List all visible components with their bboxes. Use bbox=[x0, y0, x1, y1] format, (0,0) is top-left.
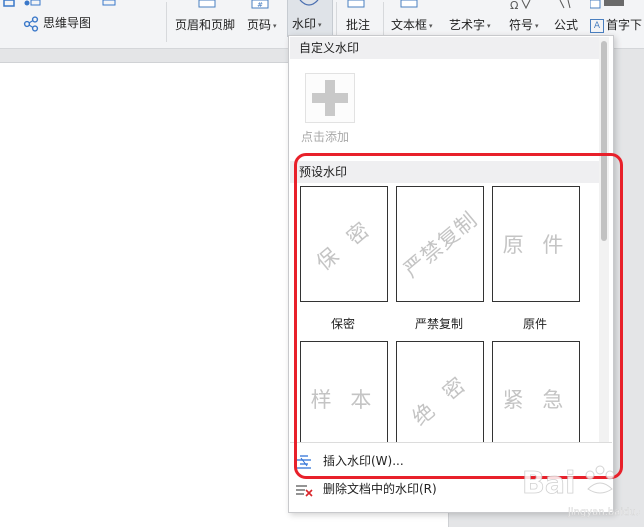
symbol-button[interactable]: 符号 ▾ bbox=[509, 16, 539, 33]
ribbon-separator bbox=[166, 2, 167, 42]
svg-text:Ω: Ω bbox=[510, 0, 518, 9]
flowchart-icon[interactable] bbox=[22, 0, 44, 9]
watermark-icon bbox=[299, 0, 319, 6]
watermark-button[interactable]: 水印 ▾ bbox=[287, 0, 333, 37]
wordart-button[interactable]: 艺术字 ▾ bbox=[449, 16, 491, 33]
drop-cap-label: 首字下 bbox=[606, 18, 643, 32]
mind-map-icon bbox=[23, 15, 39, 32]
preset-watermark-label: 严禁复制 bbox=[414, 317, 463, 331]
insert-watermark-icon bbox=[297, 454, 311, 469]
watermark-preview-text: 绝 密 bbox=[407, 369, 474, 431]
comment-button[interactable]: 批注 bbox=[346, 16, 370, 33]
chevron-down-icon: ▾ bbox=[429, 21, 433, 30]
preset-watermark-tile[interactable]: 绝 密 bbox=[396, 341, 484, 443]
textbox-label: 文本框 bbox=[391, 18, 428, 32]
header-footer-icon bbox=[198, 0, 216, 8]
textbox-button[interactable]: 文本框 ▾ bbox=[391, 16, 433, 33]
add-custom-watermark-button[interactable] bbox=[305, 73, 355, 123]
comment-icon bbox=[347, 0, 365, 8]
header-footer-button[interactable]: 页眉和页脚 bbox=[175, 16, 235, 33]
page-number-label: 页码 bbox=[247, 18, 272, 32]
mind-map-button[interactable]: 思维导图 bbox=[23, 14, 91, 32]
preset-watermark-tile[interactable]: 紧 急 bbox=[492, 341, 580, 443]
comment-label: 批注 bbox=[346, 18, 371, 32]
watermark-preview-text: 严禁复制 bbox=[399, 207, 483, 283]
formula-button[interactable]: 公式 bbox=[554, 16, 578, 33]
watermark-preview-text: 原 件 bbox=[502, 233, 570, 257]
flow-icon[interactable] bbox=[100, 0, 120, 9]
symbol-label: 符号 bbox=[509, 18, 534, 32]
add-custom-watermark-label: 点击添加 bbox=[301, 130, 350, 144]
watermark-preview-text: 样 本 bbox=[310, 388, 378, 412]
formula-label: 公式 bbox=[554, 18, 579, 32]
chevron-down-icon: ▾ bbox=[487, 21, 491, 30]
formula-icon bbox=[559, 0, 571, 9]
chevron-down-icon: ▾ bbox=[535, 21, 539, 30]
preset-watermark-header: 预设水印 bbox=[290, 161, 607, 183]
preset-watermark-tile[interactable]: 样 本 bbox=[300, 341, 388, 443]
delete-watermark-icon bbox=[296, 484, 313, 497]
symbol-icon: Ω bbox=[510, 0, 531, 9]
insert-watermark-label: 插入水印(W)... bbox=[323, 454, 404, 468]
preset-watermark-tile[interactable]: 严禁复制 bbox=[396, 186, 484, 302]
svg-text:#: # bbox=[257, 1, 263, 9]
scrollbar-thumb[interactable] bbox=[601, 41, 607, 241]
drop-cap-small-icon: A bbox=[590, 18, 604, 33]
watermark-dropdown-menu: 自定义水印 点击添加 预设水印 保 密 严禁复制 原 件 保密 严禁复制 原件 … bbox=[288, 35, 614, 513]
preset-watermark-tile[interactable]: 原 件 bbox=[492, 186, 580, 302]
preset-watermark-grid: 保 密 严禁复制 原 件 保密 严禁复制 原件 样 本 绝 密 紧 急 bbox=[290, 186, 598, 443]
watermark-preview-text: 保 密 bbox=[311, 214, 378, 276]
drop-cap-icon bbox=[590, 0, 624, 9]
textbox-icon bbox=[400, 0, 418, 8]
plus-icon-vertical bbox=[325, 80, 335, 116]
watermark-preview-text: 紧 急 bbox=[502, 388, 570, 412]
preset-watermark-label: 原件 bbox=[522, 317, 547, 331]
preset-watermark-tile[interactable]: 保 密 bbox=[300, 186, 388, 302]
custom-watermark-header: 自定义水印 bbox=[290, 37, 607, 59]
header-footer-label: 页眉和页脚 bbox=[175, 18, 236, 32]
wordart-label: 艺术字 bbox=[449, 18, 486, 32]
drop-cap-button[interactable]: A 首字下 bbox=[590, 16, 642, 33]
mind-map-label: 思维导图 bbox=[43, 16, 92, 30]
insert-watermark-item[interactable]: 插入水印(W)... bbox=[295, 451, 404, 471]
delete-watermark-item[interactable]: 删除文档中的水印(R) bbox=[295, 479, 437, 499]
delete-watermark-label: 删除文档中的水印(R) bbox=[323, 482, 437, 496]
preset-watermark-label: 保密 bbox=[330, 317, 355, 331]
page-number-icon: # bbox=[251, 0, 269, 9]
menu-divider bbox=[290, 442, 612, 443]
partial-icon bbox=[3, 0, 15, 7]
watermark-label: 水印 bbox=[292, 17, 317, 31]
dropdown-scrollbar[interactable] bbox=[599, 37, 609, 442]
page-number-button[interactable]: 页码 ▾ bbox=[247, 16, 277, 33]
chevron-down-icon: ▾ bbox=[273, 21, 277, 30]
chevron-down-icon: ▾ bbox=[318, 20, 322, 29]
